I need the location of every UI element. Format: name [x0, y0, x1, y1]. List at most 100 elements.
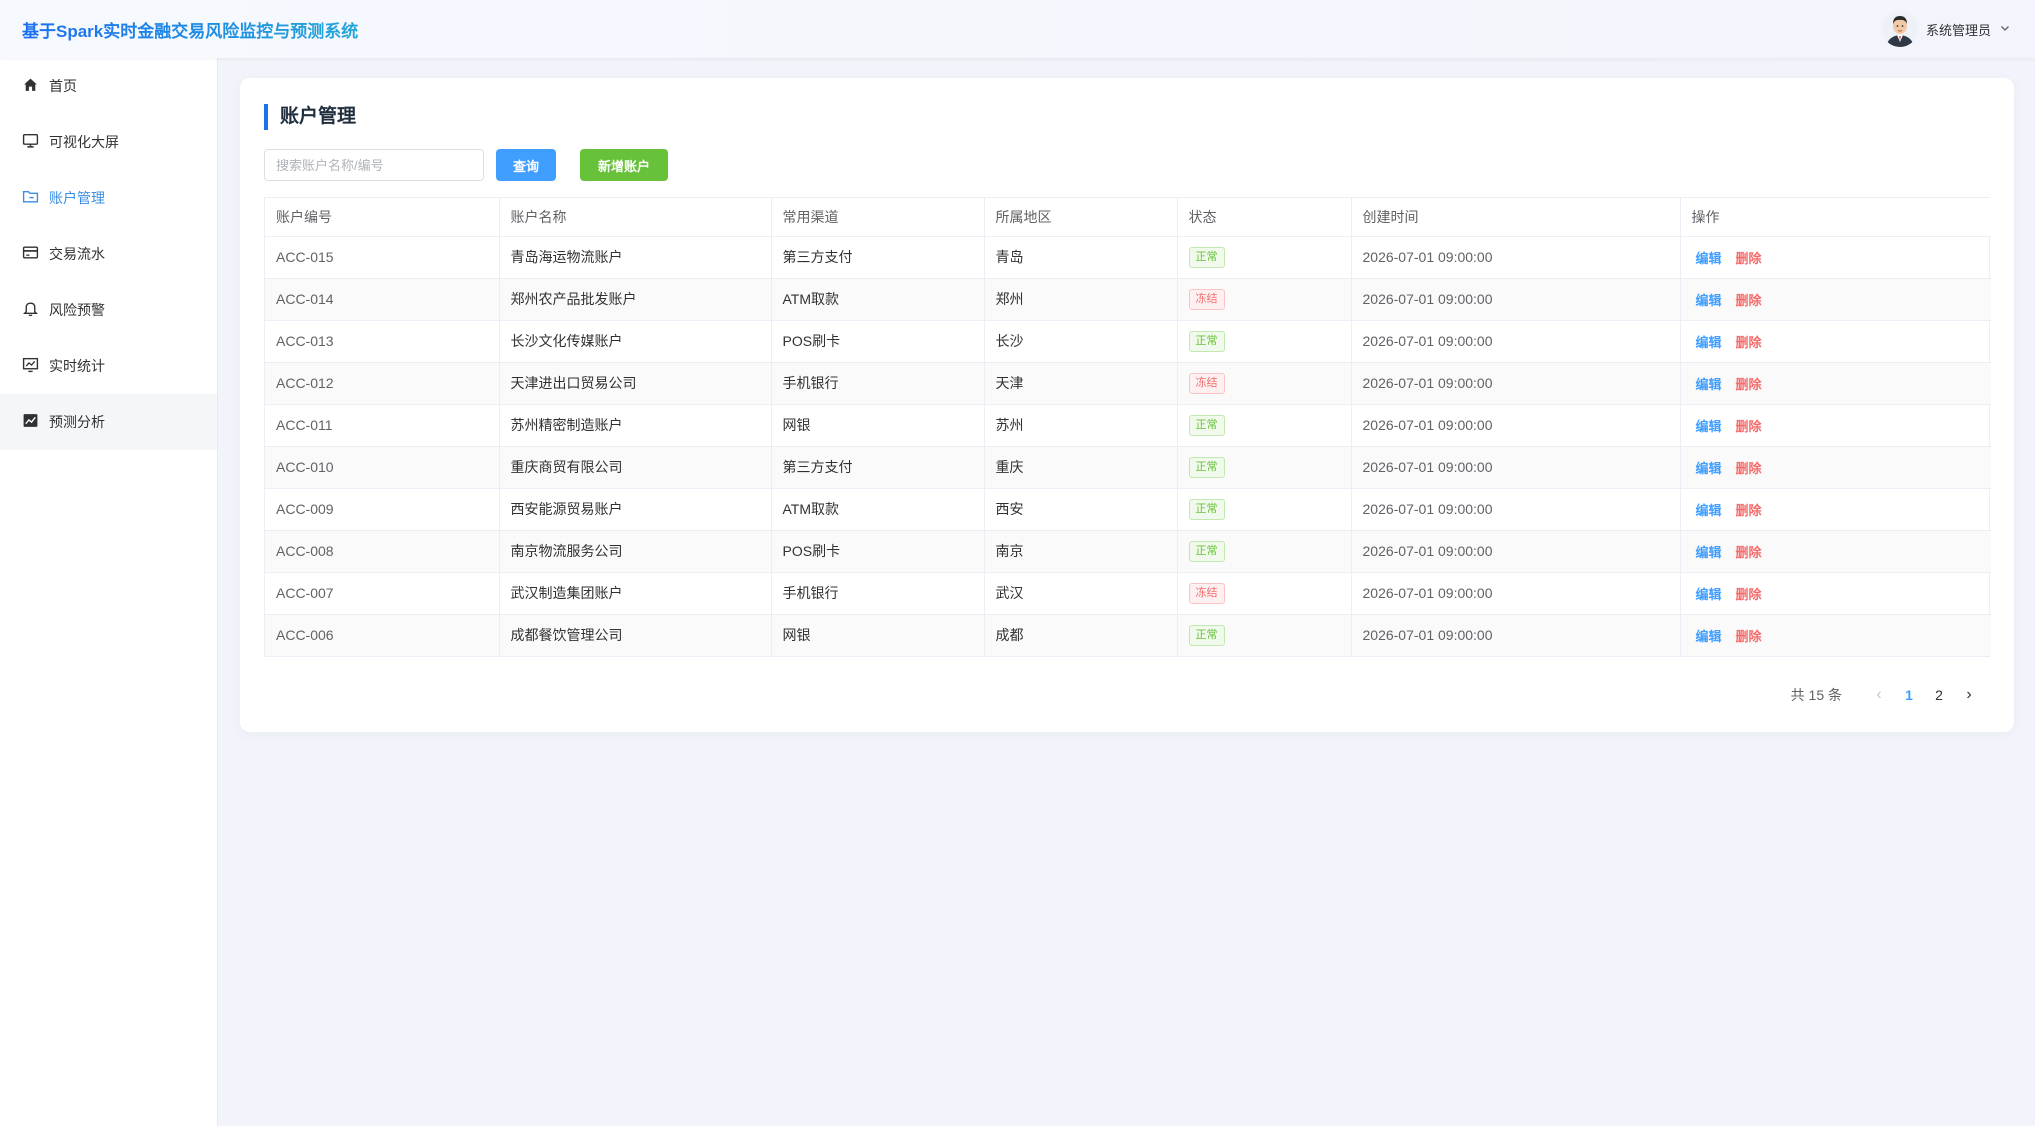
sidebar-item-alerts[interactable]: 风险预警 — [0, 282, 217, 338]
delete-link[interactable]: 删除 — [1736, 629, 1762, 644]
account-name-cell: 天津进出口贸易公司 — [499, 362, 772, 405]
created-time-cell: 2026-07-01 09:00:00 — [1351, 362, 1681, 405]
status-badge: 正常 — [1188, 498, 1225, 520]
delete-link[interactable]: 删除 — [1736, 377, 1762, 392]
chevron-down-icon — [1999, 22, 2011, 37]
delete-link[interactable]: 删除 — [1736, 545, 1762, 560]
actions-cell: 编辑 删除 — [1680, 488, 1991, 531]
channel-cell: 手机银行 — [771, 362, 985, 405]
edit-link[interactable]: 编辑 — [1696, 335, 1722, 350]
column-header-account-name[interactable]: 账户名称 — [499, 198, 772, 237]
delete-link[interactable]: 删除 — [1736, 335, 1762, 350]
status-cell: 正常 — [1177, 614, 1352, 656]
app-title: 基于Spark实时金融交易风险监控与预测系统 — [22, 17, 358, 42]
sidebar-item-home[interactable]: 首页 — [0, 58, 217, 114]
created-time-cell: 2026-07-01 09:00:00 — [1351, 614, 1681, 656]
edit-link[interactable]: 编辑 — [1696, 293, 1722, 308]
status-cell: 正常 — [1177, 446, 1352, 489]
column-header-channel[interactable]: 常用渠道 — [771, 198, 985, 237]
page-number-2[interactable]: 2 — [1924, 687, 1954, 703]
sidebar-item-dashboard[interactable]: 可视化大屏 — [0, 114, 217, 170]
add-account-button[interactable]: 新增账户 — [580, 149, 668, 181]
sidebar-item-forecast[interactable]: 预测分析 — [0, 394, 217, 450]
created-time-cell: 2026-07-01 09:00:00 — [1351, 236, 1681, 279]
table-row: ACC-013 长沙文化传媒账户 POS刷卡 长沙 正常 2026-07-01 … — [265, 320, 1991, 363]
channel-cell: 网银 — [771, 404, 985, 447]
created-time-cell: 2026-07-01 09:00:00 — [1351, 572, 1681, 615]
account-name-cell: 长沙文化传媒账户 — [499, 320, 772, 363]
sidebar-item-label: 交易流水 — [49, 246, 105, 262]
sidebar-item-accounts[interactable]: 账户管理 — [0, 170, 217, 226]
chevron-right-icon[interactable]: › — [1954, 686, 1984, 704]
account-code-cell: ACC-012 — [265, 362, 500, 405]
edit-link[interactable]: 编辑 — [1696, 377, 1722, 392]
actions-cell: 编辑 删除 — [1680, 614, 1991, 656]
channel-cell: ATM取款 — [771, 278, 985, 321]
account-code-cell: ACC-007 — [265, 572, 500, 615]
column-header-region[interactable]: 所属地区 — [984, 198, 1178, 237]
edit-link[interactable]: 编辑 — [1696, 587, 1722, 602]
column-header-actions: 操作 — [1680, 198, 1991, 237]
user-menu[interactable]: 系统管理员 — [1881, 11, 2011, 47]
created-time-cell: 2026-07-01 09:00:00 — [1351, 404, 1681, 447]
page-number-1[interactable]: 1 — [1894, 687, 1924, 703]
edit-link[interactable]: 编辑 — [1696, 545, 1722, 560]
account-name-cell: 武汉制造集团账户 — [499, 572, 772, 615]
chevron-left-icon[interactable]: ‹ — [1864, 686, 1894, 704]
delete-link[interactable]: 删除 — [1736, 461, 1762, 476]
sidebar-item-label: 首页 — [49, 78, 77, 94]
table-row: ACC-014 郑州农产品批发账户 ATM取款 郑州 冻结 2026-07-01… — [265, 278, 1991, 321]
delete-link[interactable]: 删除 — [1736, 503, 1762, 518]
delete-link[interactable]: 删除 — [1736, 419, 1762, 434]
edit-link[interactable]: 编辑 — [1696, 251, 1722, 266]
column-header-created-time[interactable]: 创建时间 — [1351, 198, 1681, 237]
home-icon — [22, 76, 39, 96]
created-time-cell: 2026-07-01 09:00:00 — [1351, 488, 1681, 531]
edit-link[interactable]: 编辑 — [1696, 461, 1722, 476]
table-header-row: 账户编号 账户名称 常用渠道 所属地区 状态 创建时间 操作 — [265, 198, 1991, 237]
account-code-cell: ACC-010 — [265, 446, 500, 489]
table-row: ACC-008 南京物流服务公司 POS刷卡 南京 正常 2026-07-01 … — [265, 530, 1991, 573]
status-cell: 正常 — [1177, 530, 1352, 573]
region-cell: 南京 — [984, 530, 1178, 573]
sidebar-item-realtime-stats[interactable]: 实时统计 — [0, 338, 217, 394]
query-button[interactable]: 查询 — [496, 149, 556, 181]
search-input[interactable] — [264, 149, 484, 181]
sidebar-item-transactions[interactable]: 交易流水 — [0, 226, 217, 282]
status-badge: 正常 — [1188, 246, 1225, 268]
status-badge: 冻结 — [1188, 582, 1225, 604]
edit-link[interactable]: 编辑 — [1696, 629, 1722, 644]
edit-link[interactable]: 编辑 — [1696, 503, 1722, 518]
account-code-cell: ACC-013 — [265, 320, 500, 363]
credit-card-icon — [22, 244, 39, 264]
region-cell: 西安 — [984, 488, 1178, 531]
created-time-cell: 2026-07-01 09:00:00 — [1351, 278, 1681, 321]
status-cell: 正常 — [1177, 320, 1352, 363]
column-header-status[interactable]: 状态 — [1177, 198, 1352, 237]
delete-link[interactable]: 删除 — [1736, 293, 1762, 308]
region-cell: 天津 — [984, 362, 1178, 405]
trend-chart-icon — [22, 412, 39, 432]
sidebar-item-label: 实时统计 — [49, 358, 105, 374]
region-cell: 青岛 — [984, 236, 1178, 279]
table-row: ACC-011 苏州精密制造账户 网银 苏州 正常 2026-07-01 09:… — [265, 404, 1991, 447]
region-cell: 重庆 — [984, 446, 1178, 489]
channel-cell: 第三方支付 — [771, 236, 985, 279]
status-cell: 冻结 — [1177, 362, 1352, 405]
channel-cell: 网银 — [771, 614, 985, 656]
account-code-cell: ACC-008 — [265, 530, 500, 573]
status-cell: 正常 — [1177, 404, 1352, 447]
edit-link[interactable]: 编辑 — [1696, 419, 1722, 434]
region-cell: 苏州 — [984, 404, 1178, 447]
column-header-account-code[interactable]: 账户编号 — [265, 198, 500, 237]
delete-link[interactable]: 删除 — [1736, 251, 1762, 266]
created-time-cell: 2026-07-01 09:00:00 — [1351, 320, 1681, 363]
folder-icon — [22, 188, 39, 208]
actions-cell: 编辑 删除 — [1680, 572, 1991, 615]
status-badge: 正常 — [1188, 540, 1225, 562]
channel-cell: POS刷卡 — [771, 530, 985, 573]
account-code-cell: ACC-014 — [265, 278, 500, 321]
sidebar-item-label: 风险预警 — [49, 302, 105, 318]
delete-link[interactable]: 删除 — [1736, 587, 1762, 602]
account-name-cell: 重庆商贸有限公司 — [499, 446, 772, 489]
